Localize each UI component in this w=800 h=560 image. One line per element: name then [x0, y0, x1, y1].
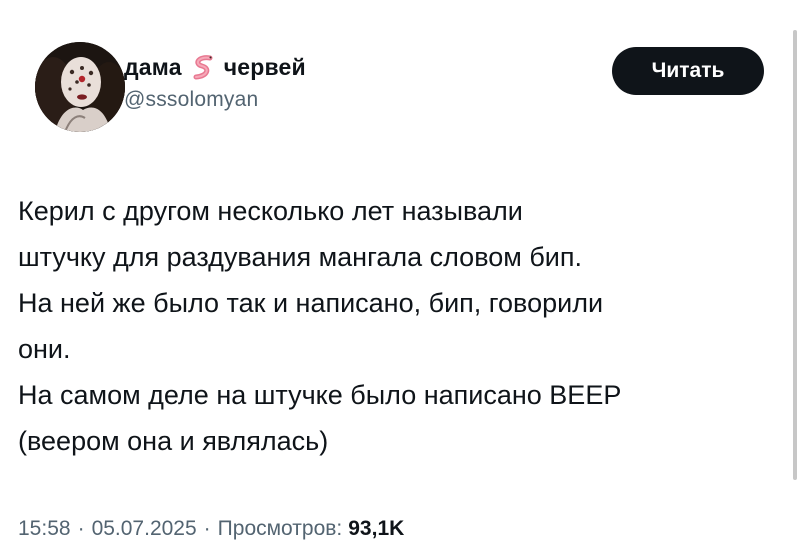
- worm-icon: [190, 53, 216, 81]
- tweet-line: (веером она и являлась): [18, 426, 329, 456]
- tweet-line: Керил с другом несколько лет называли: [18, 196, 523, 226]
- tweet-line: они.: [18, 334, 71, 364]
- avatar[interactable]: [35, 42, 125, 132]
- views-count: 93,1K: [348, 517, 405, 540]
- tweet-text: Керил с другом несколько лет называли шт…: [18, 188, 788, 464]
- scrollbar[interactable]: [790, 0, 800, 560]
- tweet-time[interactable]: 15:58: [18, 517, 71, 541]
- tweet-meta: 15:58 · 05.07.2025 · Просмотров: 93,1K: [18, 517, 404, 541]
- follow-button[interactable]: Читать: [612, 47, 764, 95]
- display-name-part-1[interactable]: дама: [124, 54, 182, 81]
- tweet-line: На ней же было так и написано, бип, гово…: [18, 288, 604, 318]
- tweet-date[interactable]: 05.07.2025: [92, 517, 197, 541]
- author-handle[interactable]: @sssolomyan: [124, 88, 258, 112]
- tweet-line: На самом деле на штучке было написано BE…: [18, 380, 622, 410]
- avatar-image: [35, 42, 125, 132]
- tweet-line: штучку для раздувания мангала словом бип…: [18, 242, 582, 272]
- meta-separator: ·: [203, 517, 211, 540]
- views-label: Просмотров:: [217, 517, 343, 540]
- display-name-part-2[interactable]: червей: [224, 54, 306, 81]
- scrollbar-thumb[interactable]: [793, 30, 797, 480]
- display-name[interactable]: дама червей: [124, 52, 306, 82]
- meta-separator: ·: [77, 517, 85, 540]
